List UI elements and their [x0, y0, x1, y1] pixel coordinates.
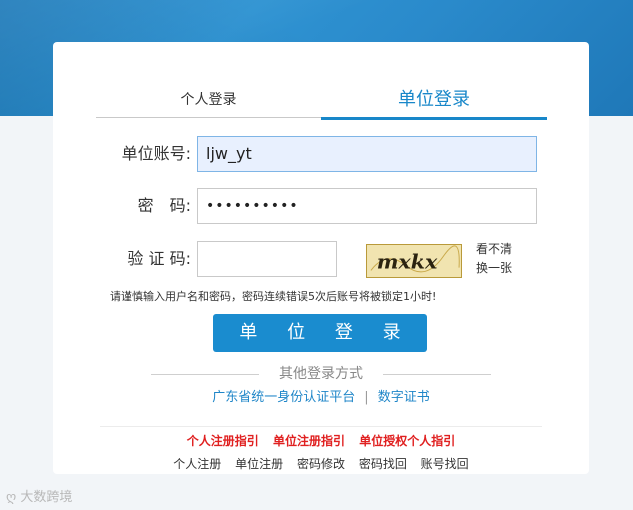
personal-registration-guide-link[interactable]: 个人注册指引	[187, 434, 259, 448]
captcha-label: 验 证 码:	[127, 249, 191, 268]
captcha-graphic: mxkx	[367, 245, 461, 277]
personal-register-link[interactable]: 个人注册	[173, 457, 221, 471]
gd-identity-auth-link[interactable]: 广东省统一身份认证平台	[212, 390, 355, 405]
divider-left	[151, 374, 259, 375]
password-change-link[interactable]: 密码修改	[297, 457, 345, 471]
tab-personal-login[interactable]: 个人登录	[96, 83, 321, 118]
other-login-title: 其他登录方式	[279, 366, 363, 382]
captcha-text: mxkx	[377, 250, 438, 274]
unit-authorize-personal-guide-link[interactable]: 单位授权个人指引	[359, 434, 455, 448]
unit-registration-guide-link[interactable]: 单位注册指引	[273, 434, 345, 448]
other-login-heading: 其他登录方式	[151, 363, 491, 385]
password-label: 密 码:	[137, 196, 191, 215]
lockout-warning: 请谨慎输入用户名和密码，密码连续错误5次后账号将被锁定1小时!	[110, 290, 437, 303]
captcha-input[interactable]	[197, 241, 337, 277]
captcha-image[interactable]: mxkx	[366, 244, 462, 278]
password-input[interactable]: ••••••••••	[197, 188, 537, 224]
unit-login-button[interactable]: 单 位 登 录	[213, 314, 427, 352]
captcha-row: 验 证 码: mxkx 看不清换一张	[91, 240, 551, 278]
account-input[interactable]: ljw_yt	[197, 136, 537, 172]
login-card: 个人登录 单位登录 单位账号: ljw_yt 密 码: •••••••••• 验…	[53, 42, 589, 474]
watermark: ღ 大数跨境	[6, 486, 72, 505]
password-recovery-link[interactable]: 密码找回	[359, 457, 407, 471]
section-divider	[100, 426, 542, 427]
other-login-links: 广东省统一身份认证平台 | 数字证书	[53, 389, 589, 407]
captcha-refresh-link[interactable]: 看不清换一张	[476, 240, 522, 278]
digital-certificate-link[interactable]: 数字证书	[378, 390, 430, 405]
login-tabs: 个人登录 单位登录	[96, 83, 547, 123]
account-row: 单位账号: ljw_yt	[91, 136, 551, 172]
watermark-logo-icon: ღ	[6, 490, 17, 505]
account-recovery-link[interactable]: 账号找回	[421, 457, 469, 471]
unit-register-link[interactable]: 单位注册	[235, 457, 283, 471]
account-actions: 个人注册 单位注册 密码修改 密码找回 账号找回	[53, 455, 589, 473]
registration-guides: 个人注册指引 单位注册指引 单位授权个人指引	[53, 432, 589, 450]
tab-unit-login[interactable]: 单位登录	[321, 83, 547, 120]
account-label: 单位账号:	[121, 144, 191, 163]
divider-right	[383, 374, 491, 375]
link-separator: |	[364, 390, 369, 405]
password-row: 密 码: ••••••••••	[91, 188, 551, 224]
watermark-text: 大数跨境	[20, 490, 73, 505]
